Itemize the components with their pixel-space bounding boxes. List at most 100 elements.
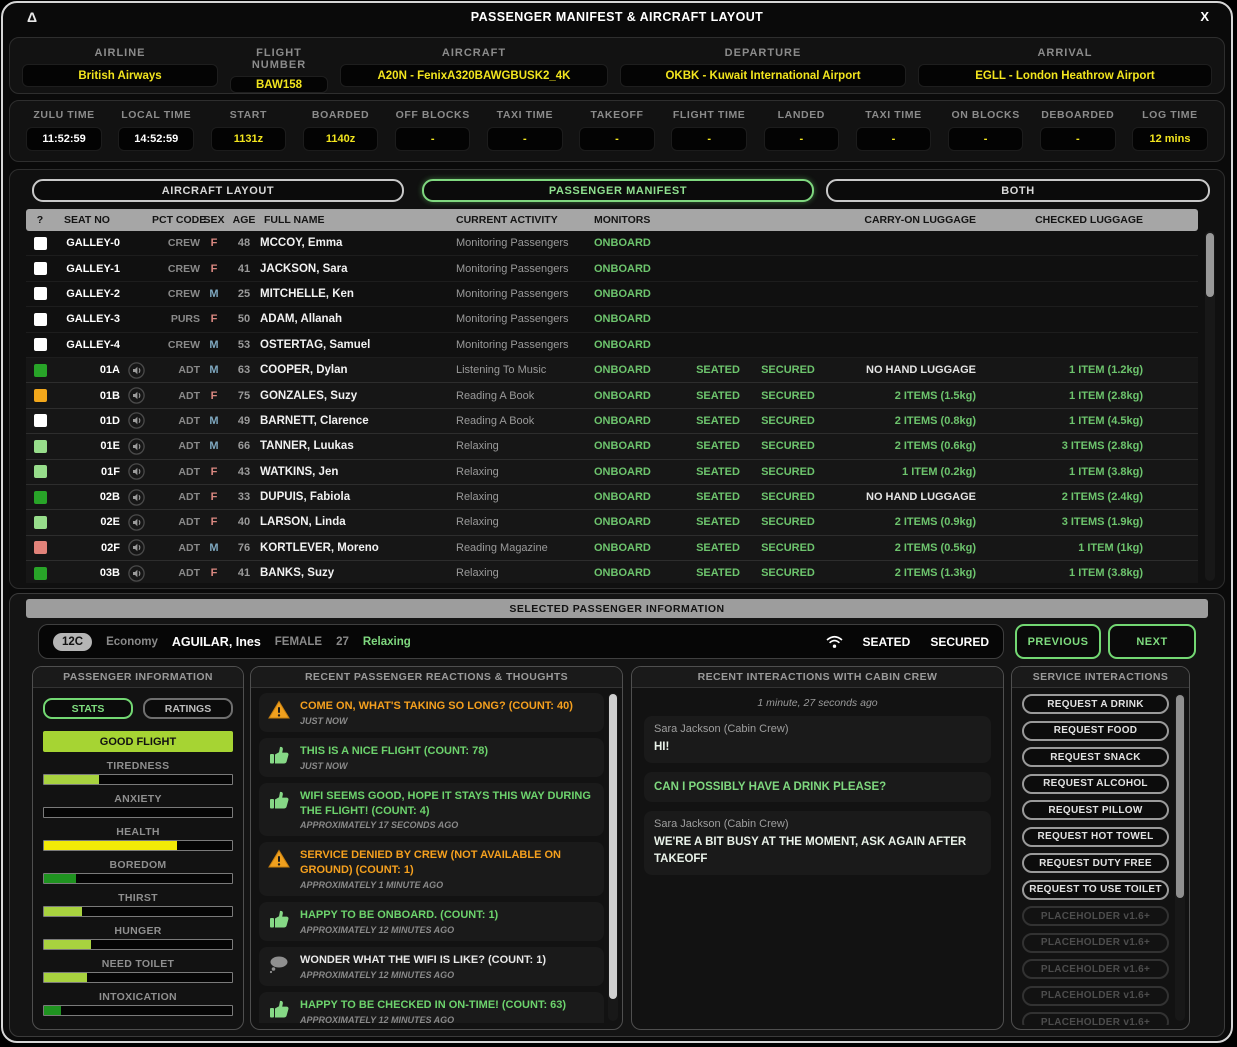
manifest-row[interactable]: 02E ADT F 40 LARSON, Linda Relaxing ONBO… (26, 510, 1198, 535)
selected-passenger-title: SELECTED PASSENGER INFORMATION (26, 599, 1208, 618)
tab-passenger-manifest[interactable]: PASSENGER MANIFEST (422, 179, 814, 202)
time-field-label: BOARDED (312, 109, 369, 121)
status-indicator-box[interactable] (34, 313, 47, 326)
cell-full-name: MITCHELLE, Ken (260, 288, 456, 300)
cell-speaker (120, 514, 152, 531)
speaker-icon[interactable] (128, 539, 145, 556)
speaker-icon[interactable] (128, 362, 145, 379)
manifest-row[interactable]: 01A ADT M 63 COOPER, Dylan Listening To … (26, 358, 1198, 383)
stat-bar (43, 972, 233, 983)
time-field-label: DEBOARDED (1041, 109, 1114, 121)
cell-sex: M (200, 364, 228, 376)
status-indicator-box[interactable] (34, 364, 47, 377)
service-request-button[interactable]: REQUEST HOT TOWEL (1022, 827, 1169, 847)
status-indicator-box[interactable] (34, 338, 47, 351)
status-indicator-box[interactable] (34, 287, 47, 300)
time-field-value: - (764, 127, 840, 151)
service-request-button[interactable]: REQUEST DUTY FREE (1022, 853, 1169, 873)
status-indicator-box[interactable] (34, 567, 47, 580)
manifest-row[interactable]: GALLEY-4 CREW M 53 OSTERTAG, Samuel Moni… (26, 333, 1198, 358)
speaker-icon[interactable] (128, 412, 145, 429)
service-request-button[interactable]: REQUEST PILLOW (1022, 800, 1169, 820)
status-indicator-box[interactable] (34, 541, 47, 554)
speaker-icon[interactable] (128, 565, 145, 582)
stat-bar (43, 939, 233, 950)
service-request-button[interactable]: REQUEST A DRINK (1022, 694, 1169, 714)
message-sender: Sara Jackson (Cabin Crew) (654, 818, 981, 830)
manifest-row[interactable]: GALLEY-1 CREW F 41 JACKSON, Sara Monitor… (26, 256, 1198, 281)
tab-aircraft-layout[interactable]: AIRCRAFT LAYOUT (32, 179, 404, 202)
flight-field-value[interactable]: BAW158 (230, 76, 328, 93)
manifest-row[interactable]: 01D ADT M 49 BARNETT, Clarence Reading A… (26, 409, 1198, 434)
ratings-tab-button[interactable]: RATINGS (143, 698, 233, 719)
status-indicator-box[interactable] (34, 440, 47, 453)
time-field-value: 1131z (211, 127, 287, 151)
service-placeholder-button: PLACEHOLDER v1.6+ (1022, 959, 1169, 979)
reaction-text: WONDER WHAT THE WIFI IS LIKE? (COUNT: 1) (300, 953, 546, 968)
speaker-icon[interactable] (128, 514, 145, 531)
reactions-scrollbar-thumb[interactable] (609, 694, 617, 999)
manifest-row[interactable]: 01E ADT M 66 TANNER, Luukas Relaxing ONB… (26, 434, 1198, 459)
manifest-row[interactable]: GALLEY-3 PURS F 50 ADAM, Allanah Monitor… (26, 307, 1198, 332)
status-indicator-box[interactable] (34, 389, 47, 402)
table-scrollbar-thumb[interactable] (1206, 233, 1214, 297)
cell-speaker (120, 489, 152, 506)
cell-sex: M (200, 288, 228, 300)
service-request-button[interactable]: REQUEST ALCOHOL (1022, 774, 1169, 794)
flight-field-value[interactable]: EGLL - London Heathrow Airport (918, 64, 1212, 87)
flight-field-value[interactable]: British Airways (22, 64, 218, 87)
status-indicator-box[interactable] (34, 516, 47, 529)
manifest-row[interactable]: 01F ADT F 43 WATKINS, Jen Relaxing ONBOA… (26, 460, 1198, 485)
cell-age: 33 (228, 491, 260, 503)
cell-sex: M (200, 440, 228, 452)
selected-status-seated: SEATED (863, 635, 911, 649)
stat-label: HUNGER (43, 925, 233, 937)
speaker-icon[interactable] (128, 463, 145, 480)
previous-passenger-button[interactable]: PREVIOUS (1015, 624, 1101, 659)
reactions-scrollbar[interactable] (608, 693, 618, 1021)
stat-bar-fill (44, 841, 177, 850)
next-passenger-button[interactable]: NEXT (1108, 624, 1196, 659)
tab-both[interactable]: BOTH (826, 179, 1210, 202)
stats-tab-button[interactable]: STATS (43, 698, 133, 719)
speaker-icon[interactable] (128, 387, 145, 404)
app-stage: Δ PASSENGER MANIFEST & AIRCRAFT LAYOUT X… (0, 0, 1237, 1047)
manifest-row[interactable]: 02B ADT F 33 DUPUIS, Fabiola Relaxing ON… (26, 485, 1198, 510)
services-scrollbar-thumb[interactable] (1176, 695, 1184, 898)
time-field: TAKEOFF - (571, 109, 663, 161)
stat-bar (43, 873, 233, 884)
cell-seated: SEATED (686, 440, 750, 452)
manifest-row[interactable]: GALLEY-2 CREW M 25 MITCHELLE, Ken Monito… (26, 282, 1198, 307)
table-scrollbar[interactable] (1205, 231, 1215, 581)
manifest-row[interactable]: 03B ADT F 41 BANKS, Suzy Relaxing ONBOAR… (26, 561, 1198, 583)
time-field-label: TAKEOFF (591, 109, 644, 121)
manifest-row[interactable]: 01B ADT F 75 GONZALES, Suzy Reading A Bo… (26, 383, 1198, 408)
service-request-button[interactable]: REQUEST SNACK (1022, 747, 1169, 767)
reaction-time: APPROXIMATELY 17 SECONDS AGO (300, 820, 596, 830)
speaker-icon[interactable] (128, 438, 145, 455)
status-indicator-box[interactable] (34, 262, 47, 275)
cell-carry-on: 2 ITEMS (1.5kg) (826, 390, 976, 402)
cell-speaker (120, 438, 152, 455)
status-indicator-box[interactable] (34, 491, 47, 504)
time-field-label: OFF BLOCKS (396, 109, 470, 121)
app-window: Δ PASSENGER MANIFEST & AIRCRAFT LAYOUT X… (1, 1, 1233, 1043)
cell-seated: SEATED (686, 542, 750, 554)
status-indicator-box[interactable] (34, 465, 47, 478)
manifest-row[interactable]: GALLEY-0 CREW F 48 MCCOY, Emma Monitorin… (26, 231, 1198, 256)
time-field-label: LOCAL TIME (121, 109, 191, 121)
flight-field: DEPARTURE OKBK - Kuwait International Ai… (620, 44, 906, 93)
service-interactions-title: SERVICE INTERACTIONS (1012, 667, 1189, 688)
close-icon[interactable]: X (1200, 9, 1209, 24)
status-indicator-box[interactable] (34, 237, 47, 250)
status-indicator-box[interactable] (34, 414, 47, 427)
flight-field-value[interactable]: OKBK - Kuwait International Airport (620, 64, 906, 87)
time-field-label: LOG TIME (1142, 109, 1198, 121)
speaker-icon[interactable] (128, 489, 145, 506)
service-request-button[interactable]: REQUEST FOOD (1022, 721, 1169, 741)
service-placeholder-button: PLACEHOLDER v1.6+ (1022, 906, 1169, 926)
services-scrollbar[interactable] (1175, 694, 1185, 1021)
flight-field-value[interactable]: A20N - FenixA320BAWGBUSK2_4K (340, 64, 608, 87)
manifest-row[interactable]: 02F ADT M 76 KORTLEVER, Moreno Reading M… (26, 536, 1198, 561)
service-request-button[interactable]: REQUEST TO USE TOILET (1022, 880, 1169, 900)
